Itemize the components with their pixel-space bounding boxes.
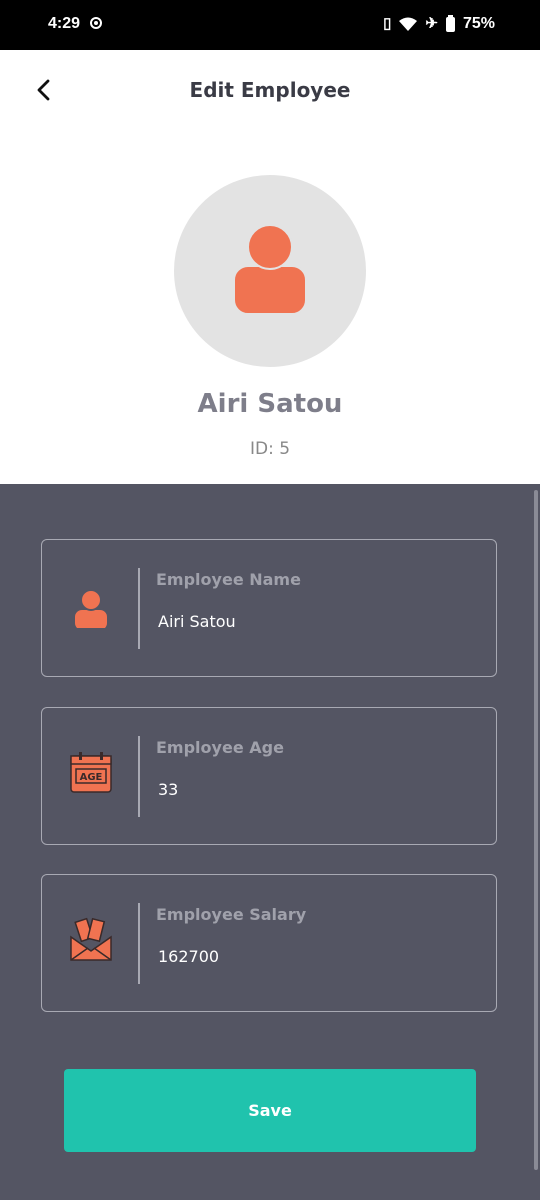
money-envelope-icon xyxy=(68,917,114,963)
employee-salary-card[interactable]: Employee Salary xyxy=(41,874,497,1012)
employee-name-card[interactable]: Employee Name xyxy=(41,539,497,677)
person-icon xyxy=(233,224,307,315)
battery-icon xyxy=(445,14,455,32)
employee-name-label: Employee Name xyxy=(156,570,301,589)
battery-percent: 75% xyxy=(462,15,495,32)
status-bar: 4:29 ▯ ✈ 75% xyxy=(0,0,540,50)
airplane-icon: ✈ xyxy=(425,15,438,32)
scrollbar[interactable] xyxy=(534,490,538,1170)
profile-header: Edit Employee Airi Satou ID: 5 xyxy=(0,50,540,484)
field-divider xyxy=(138,736,140,817)
person-icon xyxy=(68,582,114,632)
employee-age-label: Employee Age xyxy=(156,738,284,757)
employee-salary-label: Employee Salary xyxy=(156,905,307,924)
employee-salary-input[interactable] xyxy=(158,947,458,966)
field-divider xyxy=(138,903,140,984)
save-button[interactable]: Save xyxy=(64,1069,476,1152)
status-icons: ▯ ✈ 75% xyxy=(383,14,495,33)
record-icon xyxy=(90,17,102,29)
employee-id: ID: 5 xyxy=(249,439,291,459)
vibrate-icon: ▯ xyxy=(383,15,392,32)
wifi-icon xyxy=(399,17,418,31)
employee-name-heading: Airi Satou xyxy=(197,389,343,419)
age-calendar-icon: AGE xyxy=(68,750,114,796)
employee-age-card[interactable]: AGE Employee Age xyxy=(41,707,497,845)
employee-name-input[interactable] xyxy=(158,612,458,631)
employee-age-input[interactable] xyxy=(158,780,458,799)
field-divider xyxy=(138,568,140,649)
status-time: 4:29 xyxy=(48,15,81,32)
page-title: Edit Employee xyxy=(189,78,351,102)
svg-text:AGE: AGE xyxy=(80,772,103,783)
avatar[interactable] xyxy=(174,175,366,367)
